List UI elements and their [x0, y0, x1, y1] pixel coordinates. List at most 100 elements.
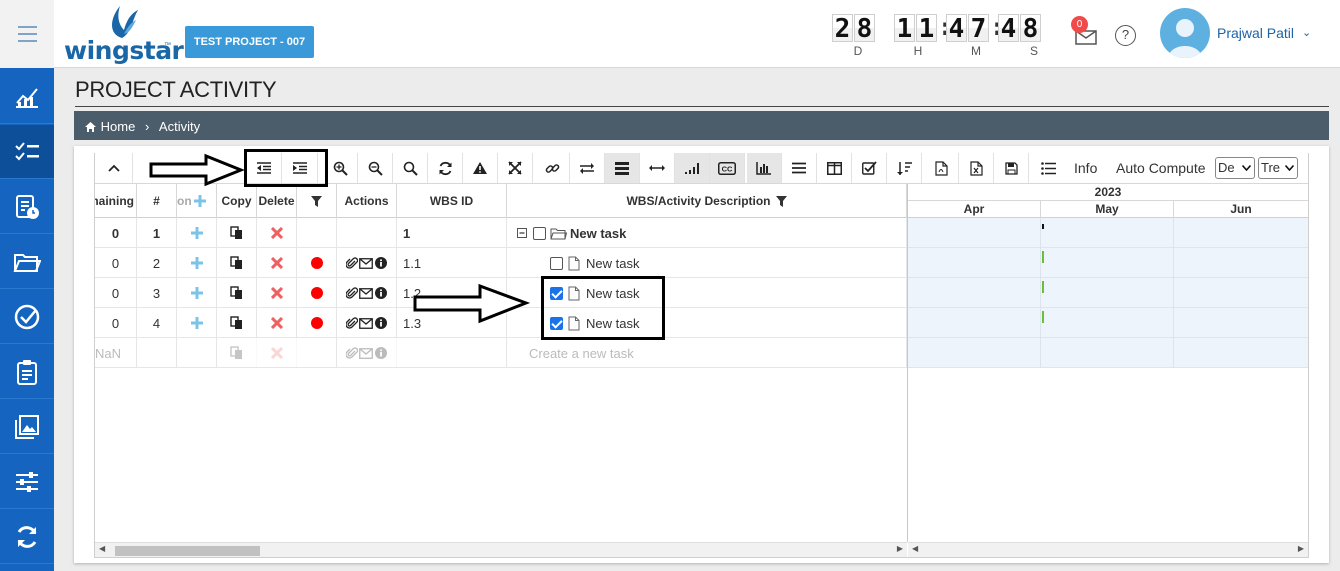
- sidebar-item-tasks[interactable]: [0, 345, 54, 399]
- list-view-button[interactable]: [1031, 153, 1066, 183]
- refresh-button[interactable]: [428, 153, 463, 183]
- col-remaining[interactable]: maining: [95, 184, 137, 218]
- sidebar-item-activity[interactable]: [0, 125, 54, 179]
- scroll-right-icon[interactable]: ▶: [897, 544, 903, 553]
- mail-icon[interactable]: [359, 257, 373, 269]
- table-row[interactable]: 0 1 1 New task: [95, 218, 907, 248]
- export-excel-button[interactable]: [959, 153, 994, 183]
- menu-lines-button[interactable]: [782, 153, 817, 183]
- filter-icon[interactable]: [775, 195, 787, 207]
- sidebar-item-dashboard[interactable]: [0, 70, 54, 124]
- add-task-button[interactable]: [177, 218, 217, 248]
- scroll-left-icon[interactable]: ◀: [99, 544, 105, 553]
- sort-button[interactable]: [887, 153, 922, 183]
- auto-compute-button[interactable]: Auto Compute: [1116, 160, 1206, 176]
- info-icon[interactable]: [375, 257, 387, 269]
- add-task-button[interactable]: [177, 308, 217, 338]
- sidebar-item-files[interactable]: [0, 235, 54, 289]
- delete-task-button[interactable]: [257, 248, 297, 278]
- copy-task-button[interactable]: [217, 248, 257, 278]
- gantt-task-bar[interactable]: [1042, 281, 1044, 293]
- avatar[interactable]: [1160, 8, 1210, 58]
- col-add[interactable]: on: [177, 184, 217, 218]
- gantt-summary-bar[interactable]: [1042, 224, 1044, 229]
- grid-horizontal-scrollbar[interactable]: ◀ ▶: [95, 542, 907, 557]
- mail-icon[interactable]: [359, 287, 373, 299]
- sidebar-item-gallery[interactable]: [0, 400, 54, 454]
- col-actions[interactable]: Actions: [337, 184, 397, 218]
- info-icon[interactable]: [375, 287, 387, 299]
- cell-description[interactable]: New task: [507, 248, 907, 278]
- link-tasks-button[interactable]: [535, 153, 570, 183]
- table-row[interactable]: 0 2 1.1 New task: [95, 248, 907, 278]
- checkbox-mode-button[interactable]: [852, 153, 887, 183]
- gantt-row[interactable]: [908, 308, 1308, 338]
- task-name[interactable]: New task: [570, 226, 626, 241]
- user-name[interactable]: Prajwal Patil: [1217, 25, 1294, 41]
- split-view-button[interactable]: [817, 153, 852, 183]
- new-task-input[interactable]: Create a new task: [507, 338, 907, 368]
- gantt-task-bar[interactable]: [1042, 251, 1044, 263]
- chart-view-toggle[interactable]: [747, 153, 782, 183]
- attachment-icon[interactable]: [346, 286, 358, 300]
- zoom-in-button[interactable]: [323, 153, 358, 183]
- sidebar-item-reports[interactable]: [0, 180, 54, 234]
- attachment-icon[interactable]: [346, 316, 358, 330]
- breadcrumb-home[interactable]: Home: [101, 119, 136, 134]
- fit-width-button[interactable]: [640, 153, 675, 183]
- gantt-row[interactable]: [908, 338, 1308, 368]
- critical-chain-toggle[interactable]: CC: [710, 153, 745, 183]
- export-pdf-button[interactable]: [924, 153, 959, 183]
- scroll-thumb[interactable]: [115, 546, 260, 556]
- menu-toggle-area[interactable]: [0, 0, 54, 68]
- gantt-row[interactable]: [908, 248, 1308, 278]
- delete-task-button[interactable]: [257, 278, 297, 308]
- col-description[interactable]: WBS/Activity Description: [507, 184, 907, 218]
- new-task-row[interactable]: NaN Create a new task: [95, 338, 907, 368]
- save-button[interactable]: [994, 153, 1029, 183]
- row-checkbox[interactable]: [533, 226, 546, 240]
- help-icon[interactable]: ?: [1115, 25, 1136, 46]
- col-filter[interactable]: [297, 184, 337, 218]
- scroll-left-icon[interactable]: ◀: [912, 544, 918, 553]
- home-icon[interactable]: [84, 121, 97, 133]
- row-checkbox[interactable]: [550, 256, 563, 270]
- zoom-out-button[interactable]: [358, 153, 393, 183]
- gantt-row[interactable]: [908, 278, 1308, 308]
- collapse-toolbar-button[interactable]: [95, 153, 133, 183]
- resource-histogram-toggle[interactable]: [675, 153, 710, 183]
- col-copy[interactable]: Copy: [217, 184, 257, 218]
- attachment-icon[interactable]: [346, 256, 358, 270]
- delete-task-button[interactable]: [257, 308, 297, 338]
- scroll-right-icon[interactable]: ▶: [1298, 544, 1304, 553]
- row-view-toggle[interactable]: [605, 153, 640, 183]
- col-number[interactable]: #: [137, 184, 177, 218]
- date-format-select[interactable]: De: [1215, 157, 1255, 179]
- fullscreen-button[interactable]: [498, 153, 533, 183]
- copy-task-button[interactable]: [217, 218, 257, 248]
- task-name[interactable]: New task: [586, 256, 639, 271]
- copy-task-button[interactable]: [217, 308, 257, 338]
- search-button[interactable]: [393, 153, 428, 183]
- info-icon[interactable]: [375, 317, 387, 329]
- add-task-button[interactable]: [177, 278, 217, 308]
- chevron-down-icon[interactable]: ⌄: [1302, 26, 1311, 39]
- gantt-horizontal-scrollbar[interactable]: ◀ ▶: [908, 542, 1308, 557]
- info-button[interactable]: Info: [1074, 160, 1097, 176]
- sidebar-item-approvals[interactable]: [0, 290, 54, 344]
- sidebar-item-settings[interactable]: [0, 455, 54, 509]
- cell-description[interactable]: New task: [507, 218, 907, 248]
- sidebar-item-sync[interactable]: [0, 510, 54, 564]
- gantt-task-bar[interactable]: [1042, 311, 1044, 323]
- view-mode-select[interactable]: Tre: [1258, 157, 1298, 179]
- copy-task-button[interactable]: [217, 278, 257, 308]
- collapse-icon[interactable]: [517, 228, 527, 238]
- mail-icon[interactable]: [359, 317, 373, 329]
- hamburger-menu-icon[interactable]: [18, 26, 37, 47]
- warnings-button[interactable]: [463, 153, 498, 183]
- project-selector-button[interactable]: TEST PROJECT - 007: [185, 26, 314, 58]
- add-task-button[interactable]: [177, 248, 217, 278]
- col-wbs-id[interactable]: WBS ID: [397, 184, 507, 218]
- col-delete[interactable]: Delete: [257, 184, 297, 218]
- gantt-row[interactable]: [908, 218, 1308, 248]
